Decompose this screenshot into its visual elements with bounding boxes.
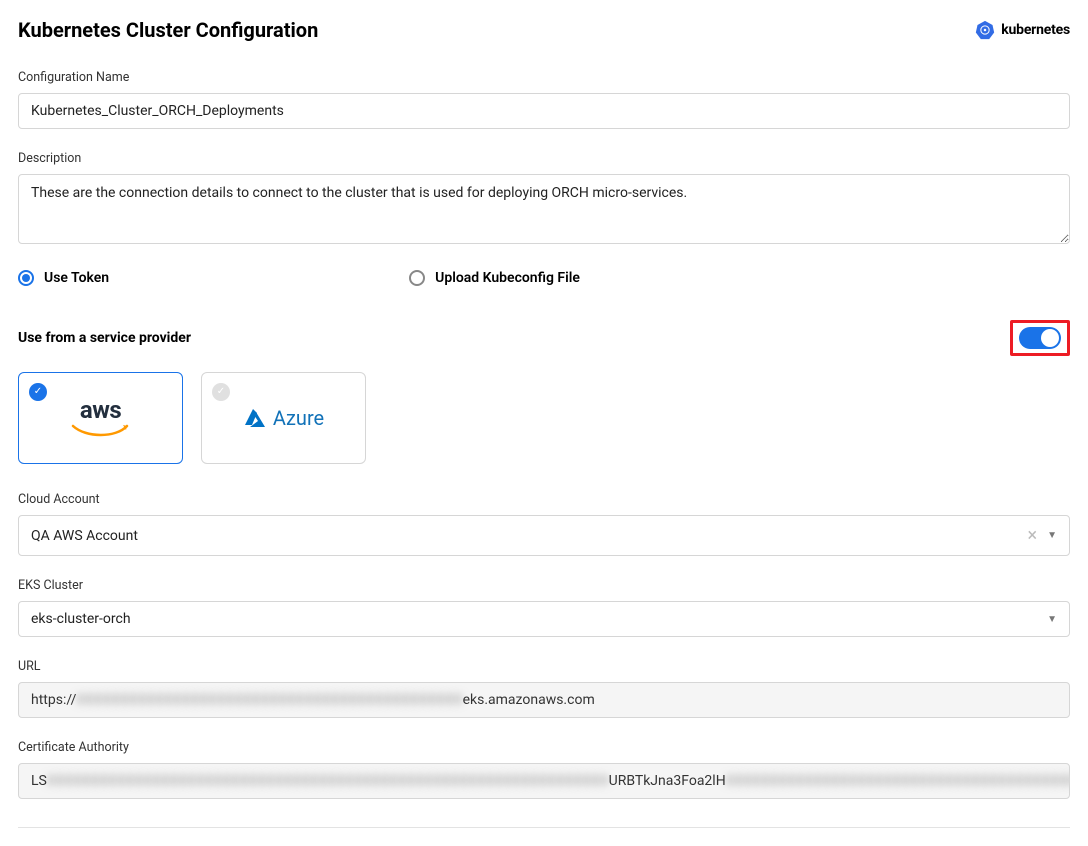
clear-icon[interactable]: × (1027, 525, 1037, 546)
cert-authority-label: Certificate Authority (18, 740, 1070, 755)
url-readonly: https://XXXXXXXXXXXXXXXXXXXXXXXXXXXXXXXX… (18, 682, 1070, 718)
auth-method-radios: Use Token Upload Kubeconfig File (18, 270, 1070, 286)
azure-logo: Azure (243, 406, 324, 430)
url-group: URL https://XXXXXXXXXXXXXXXXXXXXXXXXXXXX… (18, 659, 1070, 718)
upload-kubeconfig-radio[interactable]: Upload Kubeconfig File (409, 270, 580, 286)
toggle-knob (1041, 329, 1059, 347)
eks-cluster-label: EKS Cluster (18, 578, 1070, 593)
eks-cluster-group: EKS Cluster eks-cluster-orch ▼ (18, 578, 1070, 637)
chevron-down-icon: ▼ (1047, 614, 1057, 625)
aws-logo: aws (71, 396, 131, 440)
description-label: Description (18, 151, 1070, 166)
config-name-group: Configuration Name (18, 70, 1070, 129)
service-provider-label: Use from a service provider (18, 330, 191, 346)
cloud-account-select[interactable]: QA AWS Account × ▼ (18, 515, 1070, 556)
check-selected-icon: ✓ (29, 383, 47, 401)
kubernetes-icon (975, 20, 995, 40)
cert-authority-group: Certificate Authority LSXXXXXXXXXXXXXXXX… (18, 740, 1070, 799)
url-label: URL (18, 659, 1070, 674)
radio-selected-icon (18, 270, 34, 286)
cloud-account-group: Cloud Account QA AWS Account × ▼ (18, 492, 1070, 556)
kubernetes-label: kubernetes (1001, 22, 1070, 38)
eks-cluster-select[interactable]: eks-cluster-orch ▼ (18, 601, 1070, 637)
kubernetes-brand: kubernetes (975, 20, 1070, 40)
cloud-account-value: QA AWS Account (31, 528, 138, 544)
check-unselected-icon: ✓ (212, 383, 230, 401)
radio-unselected-icon (409, 270, 425, 286)
page-header: Kubernetes Cluster Configuration kuberne… (18, 18, 1070, 42)
cert-authority-readonly: LSXXXXXXXXXXXXXXXXXXXXXXXXXXXXXXXXXXXXXX… (18, 763, 1070, 799)
toggle-highlight-box (1010, 320, 1070, 356)
provider-card-azure[interactable]: ✓ Azure (201, 372, 366, 464)
divider (18, 827, 1070, 828)
config-name-label: Configuration Name (18, 70, 1070, 85)
service-provider-toggle[interactable] (1019, 327, 1061, 349)
service-provider-row: Use from a service provider (18, 320, 1070, 356)
use-token-radio[interactable]: Use Token (18, 270, 109, 286)
aws-smile-icon (71, 424, 131, 440)
upload-kubeconfig-label: Upload Kubeconfig File (435, 270, 580, 286)
chevron-down-icon: ▼ (1047, 530, 1057, 541)
provider-card-aws[interactable]: ✓ aws (18, 372, 183, 464)
provider-cards: ✓ aws ✓ Azure (18, 372, 1070, 464)
cloud-account-label: Cloud Account (18, 492, 1070, 507)
page-title: Kubernetes Cluster Configuration (18, 18, 318, 42)
azure-icon (243, 407, 267, 429)
description-textarea[interactable] (18, 174, 1070, 244)
config-name-input[interactable] (18, 93, 1070, 129)
use-token-label: Use Token (44, 270, 109, 286)
description-group: Description (18, 151, 1070, 248)
eks-cluster-value: eks-cluster-orch (31, 611, 131, 627)
